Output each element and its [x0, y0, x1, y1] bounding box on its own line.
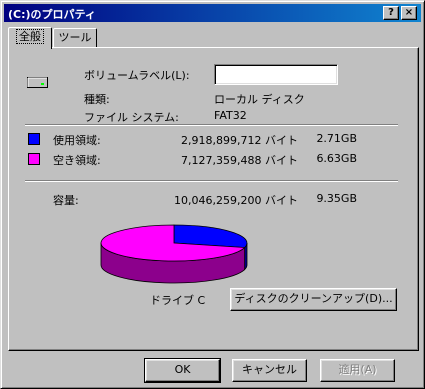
disk-cleanup-button[interactable]: ディスクのクリーンアップ(D)...: [230, 288, 397, 311]
drive-label: ドライブ C: [150, 294, 206, 307]
used-space-swatch: [28, 133, 40, 145]
cancel-button[interactable]: キャンセル: [232, 359, 307, 382]
free-space-bytes: 7,127,359,488 バイト: [181, 154, 298, 167]
tab-tools[interactable]: ツール: [53, 28, 97, 48]
free-space-size: 6.63GB: [316, 152, 357, 165]
capacity-label: 容量:: [53, 194, 79, 207]
type-value: ローカル ディスク: [214, 93, 305, 106]
window-title: (C:)のプロパティ: [8, 8, 96, 21]
filesystem-caption: ファイル システム:: [84, 111, 179, 124]
filesystem-value: FAT32: [214, 109, 247, 122]
free-space-label: 空き領域:: [53, 154, 101, 167]
used-space-label: 使用領域:: [53, 134, 101, 147]
separator-bottom: [25, 180, 398, 182]
tab-tools-label: ツール: [58, 31, 92, 44]
tab-general[interactable]: 全般: [8, 27, 52, 49]
free-space-swatch: [28, 153, 40, 165]
hard-drive-icon: [27, 77, 48, 88]
help-button[interactable]: ?: [383, 6, 399, 20]
apply-button[interactable]: 適用(A): [320, 359, 395, 382]
title-bar[interactable]: (C:)のプロパティ ? ×: [4, 4, 421, 22]
type-caption: 種類:: [84, 93, 110, 106]
volume-label-caption: ボリュームラベル(L):: [84, 69, 190, 82]
properties-window: (C:)のプロパティ ? × 全般 ツール ボリュームラベル(L): 種類: ロ…: [0, 0, 425, 389]
disk-usage-pie-chart: [100, 224, 248, 284]
ok-button[interactable]: OK: [144, 358, 221, 383]
separator-top: [25, 124, 398, 126]
capacity-bytes: 10,046,259,200 バイト: [174, 194, 298, 207]
volume-label-input[interactable]: [214, 64, 338, 85]
close-button[interactable]: ×: [401, 6, 417, 20]
used-space-size: 2.71GB: [316, 132, 357, 145]
capacity-size: 9.35GB: [316, 192, 357, 205]
used-space-bytes: 2,918,899,712 バイト: [181, 134, 298, 147]
tab-general-label: 全般: [16, 29, 44, 44]
